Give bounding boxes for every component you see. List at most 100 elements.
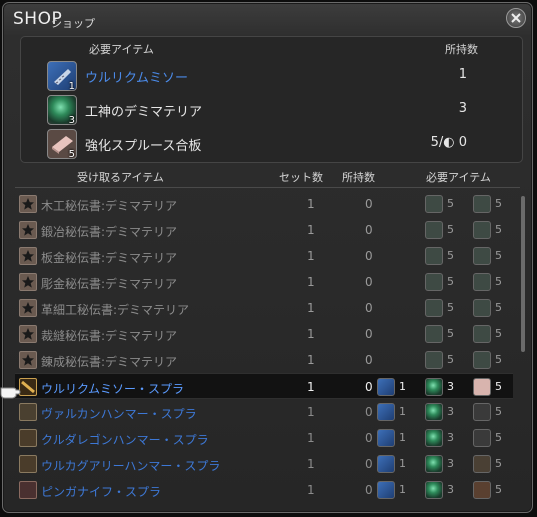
ingot-icon[interactable] (473, 403, 491, 421)
material-count: 5 (495, 301, 502, 314)
item-name: 裁縫秘伝書:デミマテリア (41, 329, 178, 343)
material-count: 1 (399, 457, 406, 470)
window-subtitle: ショップ (51, 17, 95, 30)
set-count: 1 (307, 353, 315, 367)
demimateria-icon[interactable] (473, 299, 491, 317)
knife-icon[interactable] (377, 481, 395, 499)
set-count: 1 (307, 249, 315, 263)
materia-icon[interactable] (425, 378, 443, 396)
materia-icon[interactable] (425, 455, 443, 473)
list-item[interactable]: ピンガナイフ・スプラ 1 0 1 3 5 (15, 477, 513, 503)
close-button[interactable] (506, 8, 526, 28)
list-item[interactable]: 錬成秘伝書:デミマテリア 1 0 5 5 (15, 347, 513, 373)
required-item-row[interactable]: 3 工神のデミマテリア 3 (21, 93, 522, 127)
material-count: 5 (495, 483, 502, 496)
material-count: 3 (447, 380, 454, 393)
demimateria-icon[interactable] (425, 325, 443, 343)
list-item[interactable]: ウルカグアリーハンマー・スプラ 1 0 1 3 5 (15, 451, 513, 477)
set-count: 1 (307, 275, 315, 289)
demimateria-icon[interactable] (425, 247, 443, 265)
material-count: 3 (447, 405, 454, 418)
shop-item-list[interactable]: 木工秘伝書:デミマテリア 1 0 5 5 鍛冶秘伝書:デミマテリア 1 0 5 5 板金秘伝書:デミ… (15, 191, 513, 511)
demimateria-icon[interactable] (473, 325, 491, 343)
demimateria-icon[interactable] (425, 221, 443, 239)
material-count: 5 (495, 405, 502, 418)
list-item[interactable]: 革細工秘伝書:デミマテリア 1 0 5 5 (15, 295, 513, 321)
material-count: 3 (447, 431, 454, 444)
item-name: 板金秘伝書:デミマテリア (41, 251, 178, 265)
list-item[interactable]: クルダレゴンハンマー・スプラ 1 0 1 3 5 (15, 425, 513, 451)
list-item[interactable]: 木工秘伝書:デミマテリア 1 0 5 5 (15, 191, 513, 217)
star-book-icon (19, 195, 37, 213)
gear-ore-icon[interactable] (473, 455, 491, 473)
set-count: 1 (307, 380, 315, 394)
star-book-icon (19, 351, 37, 369)
ring-icon (19, 455, 37, 473)
demimateria-icon[interactable] (473, 351, 491, 369)
leather-icon[interactable] (473, 481, 491, 499)
material-count: 5 (495, 457, 502, 470)
hand-pointer-icon (0, 382, 22, 400)
demimateria-icon[interactable] (473, 273, 491, 291)
set-count: 1 (307, 405, 315, 419)
owned-count-header: 所持数 (342, 171, 375, 184)
ingot-icon[interactable] (473, 429, 491, 447)
star-book-icon (19, 325, 37, 343)
material-count: 5 (495, 197, 502, 210)
list-item[interactable]: 板金秘伝書:デミマテリア 1 0 5 5 (15, 243, 513, 269)
required-items-panel: 必要アイテム 所持数 1 ウルリクムミソー 1 3 工神のデミマテリア 3 5 … (20, 36, 523, 163)
materia-icon: 3 (47, 95, 77, 126)
materia-icon[interactable] (425, 429, 443, 447)
demimateria-icon[interactable] (473, 221, 491, 239)
star-book-icon (19, 221, 37, 239)
required-item-row[interactable]: 5 強化スプルース合板 5/◐ 0 (21, 127, 522, 161)
set-count: 1 (307, 431, 315, 445)
saw-icon[interactable] (377, 378, 395, 396)
title-bar[interactable]: SHOP ショップ (3, 3, 532, 35)
demimateria-icon[interactable] (425, 195, 443, 213)
materia-icon[interactable] (425, 481, 443, 499)
demimateria-icon[interactable] (425, 273, 443, 291)
material-count: 5 (495, 380, 502, 393)
material-count: 5 (495, 431, 502, 444)
item-name: 革細工秘伝書:デミマテリア (41, 303, 190, 317)
owned-count: 0 (365, 249, 373, 263)
demimateria-icon[interactable] (473, 247, 491, 265)
required-items-header: 必要アイテム (426, 171, 491, 184)
owned-count: 0 (365, 431, 373, 445)
item-name: ウルカグアリーハンマー・スプラ (41, 459, 221, 473)
list-item[interactable]: ウルリクムミソー・スプラ 1 0 1 3 5 (15, 373, 513, 399)
list-item[interactable]: 彫金秘伝書:デミマテリア 1 0 5 5 (15, 269, 513, 295)
material-count: 5 (495, 223, 502, 236)
set-count: 1 (307, 457, 315, 471)
hammer-icon[interactable] (377, 403, 395, 421)
material-count: 1 (399, 405, 406, 418)
material-count: 1 (399, 431, 406, 444)
material-count: 5 (447, 327, 454, 340)
demimateria-icon[interactable] (425, 351, 443, 369)
materia-icon[interactable] (425, 403, 443, 421)
set-count: 1 (307, 327, 315, 341)
owned-count: 0 (365, 223, 373, 237)
list-item[interactable]: ヴァルカンハンマー・スプラ 1 0 1 3 5 (15, 399, 513, 425)
hammer-icon[interactable] (377, 429, 395, 447)
required-item-name: ウルリクムミソー (85, 71, 188, 86)
set-count: 1 (307, 301, 315, 315)
demimateria-icon[interactable] (425, 299, 443, 317)
required-item-row[interactable]: 1 ウルリクムミソー 1 (21, 59, 522, 93)
required-item-owned: 1 (458, 67, 467, 82)
set-count: 1 (307, 483, 315, 497)
lumber-icon: 5 (47, 129, 77, 160)
list-item[interactable]: 鍛冶秘伝書:デミマテリア 1 0 5 5 (15, 217, 513, 243)
scrollbar[interactable] (521, 196, 525, 352)
hammer-icon[interactable] (377, 455, 395, 473)
material-count: 5 (447, 223, 454, 236)
list-item[interactable]: 裁縫秘伝書:デミマテリア 1 0 5 5 (15, 321, 513, 347)
material-count: 5 (447, 249, 454, 262)
close-icon (511, 13, 521, 23)
divider (15, 187, 520, 188)
demimateria-icon[interactable] (473, 195, 491, 213)
lumber-icon[interactable] (473, 378, 491, 396)
item-name: 錬成秘伝書:デミマテリア (41, 355, 178, 369)
owned-header: 所持数 (445, 43, 478, 56)
